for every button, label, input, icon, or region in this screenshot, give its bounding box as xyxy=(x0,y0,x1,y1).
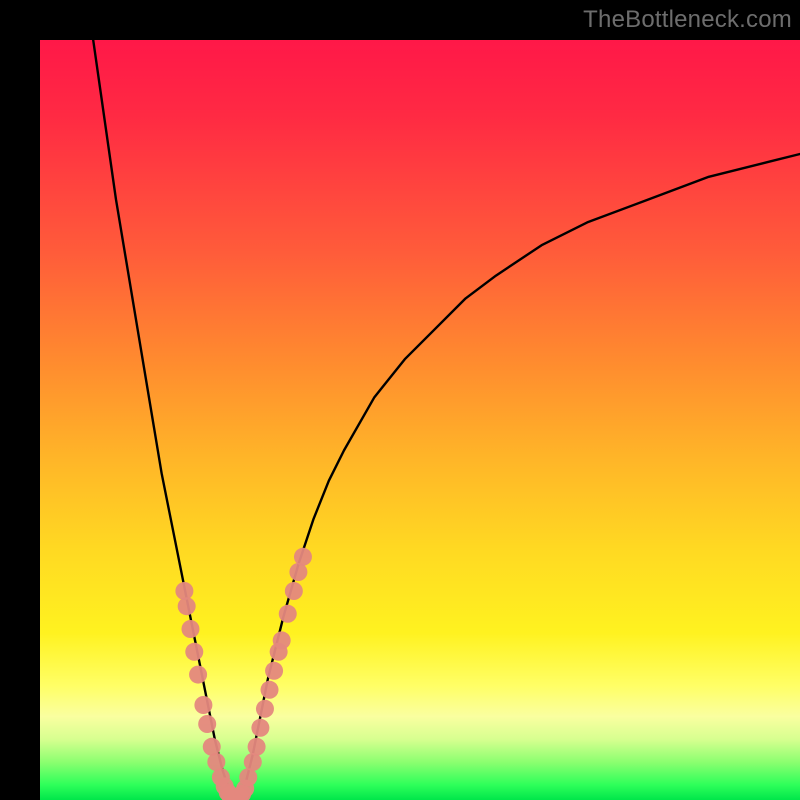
sampled-markers xyxy=(175,548,312,800)
chart-frame: TheBottleneck.com xyxy=(0,0,800,800)
watermark-text: TheBottleneck.com xyxy=(583,6,792,34)
bottleneck-curve xyxy=(93,40,800,800)
plot-area xyxy=(40,40,800,800)
curve-layer xyxy=(40,40,800,800)
